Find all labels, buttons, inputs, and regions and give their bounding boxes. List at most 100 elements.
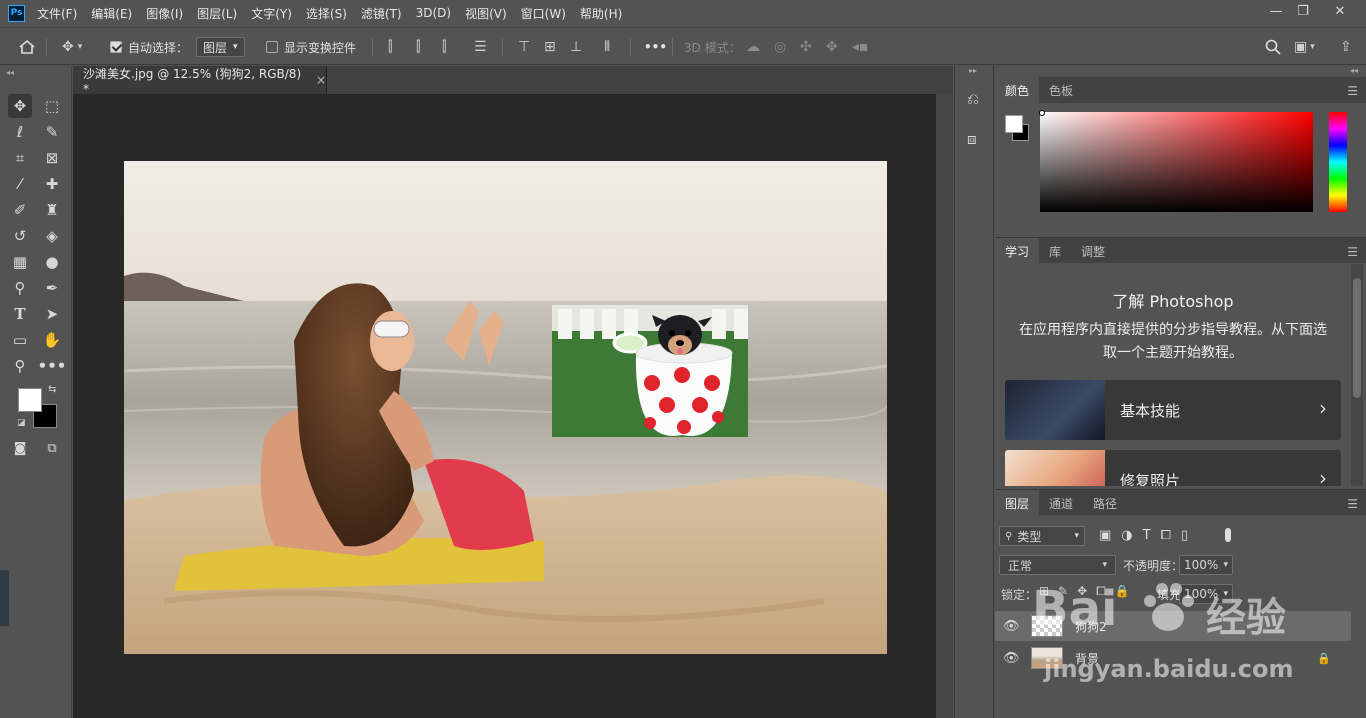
menu-edit[interactable]: 编辑(E) [91,5,132,22]
zoom-tool-icon[interactable]: ⚲ [8,354,32,378]
scroll-thumb[interactable] [1353,278,1361,398]
restore-button[interactable]: ❐ [1288,0,1318,22]
3d-roll-icon[interactable]: ◎ [774,28,786,66]
default-colors-icon[interactable]: ◪ [17,418,26,428]
lasso-tool-icon[interactable]: ℓ [8,120,32,144]
distribute-vertical-icon[interactable]: ⦀ [604,28,610,66]
menu-image[interactable]: 图像(I) [146,5,183,22]
tab-swatches[interactable]: 色板 [1039,77,1083,103]
blur-tool-icon[interactable]: ● [40,250,64,274]
3d-pan-icon[interactable]: ✣ [800,28,812,66]
tab-paths[interactable]: 路径 [1083,490,1127,516]
opacity-field[interactable]: 100% ▾ [1179,555,1233,575]
menu-file[interactable]: 文件(F) [37,5,77,22]
learn-scrollbar[interactable] [1351,264,1363,486]
align-left-icon[interactable]: ⫿ [388,28,392,66]
filter-toggle-icon[interactable] [1225,528,1231,542]
foreground-color-swatch[interactable] [18,388,42,412]
fg-color-chip[interactable] [1005,115,1023,133]
share-icon[interactable]: ⇪ [1340,28,1352,66]
show-transform-checkbox[interactable]: 显示变换控件 [266,28,356,66]
move-tool-preset-icon[interactable]: ✥ ▾ [62,28,82,66]
color-picker-cursor[interactable] [1039,110,1045,116]
layer-row-background[interactable]: 👁 背景 🔒 [995,643,1351,673]
menu-window[interactable]: 窗口(W) [521,5,566,22]
layer-filter-icons[interactable]: ▣◑T⧠▯ [1099,528,1198,543]
auto-select-dropdown[interactable]: 图层 ▾ [196,28,245,66]
layer-row-dog[interactable]: 👁 狗狗2 [995,611,1351,641]
properties-icon[interactable]: ⧈ [967,130,977,148]
3d-slide-icon[interactable]: ✥ [826,28,838,66]
panel-menu-icon[interactable]: ☰ [1347,245,1358,259]
swap-colors-icon[interactable]: ⇆ [48,384,56,395]
path-select-tool-icon[interactable]: ➤ [40,302,64,326]
menu-3d[interactable]: 3D(D) [416,6,451,20]
distribute-horizontal-icon[interactable]: ☰ [474,28,487,66]
gradient-tool-icon[interactable]: ▦ [8,250,32,274]
align-top-icon[interactable]: ⊤ [518,28,530,66]
panel-menu-icon[interactable]: ☰ [1347,497,1358,511]
menu-view[interactable]: 视图(V) [465,5,507,22]
clone-stamp-tool-icon[interactable]: ♜ [40,198,64,222]
vertical-scrollbar[interactable] [936,94,953,718]
learn-card-basic-skills[interactable]: 基本技能 › [1005,380,1341,440]
align-middle-icon[interactable]: ⊞ [544,28,556,66]
eyedropper-tool-icon[interactable]: ⁄ [8,172,32,196]
workspace-icon[interactable]: ▣ ▾ [1294,28,1315,66]
3d-scale-icon[interactable]: ◂▪ [852,28,869,66]
minimize-button[interactable]: — [1261,0,1291,22]
canvas[interactable] [124,161,887,654]
expand-icon[interactable]: ▸▸ [969,66,977,75]
blend-mode-dropdown[interactable]: 正常 ▾ [999,555,1116,575]
eye-icon[interactable]: 👁 [1003,651,1023,666]
hand-tool-icon[interactable]: ✋ [40,328,64,352]
fill-field[interactable]: 100% ▾ [1179,584,1233,604]
3d-orbit-icon[interactable]: ☁ [746,28,760,66]
align-center-icon[interactable]: ⫿ [416,28,420,66]
collapse-panels-icon[interactable]: ◂◂ [1350,66,1358,75]
tab-channels[interactable]: 通道 [1039,490,1083,516]
screen-mode-icon[interactable]: ⧉ [40,436,64,460]
auto-select-checkbox[interactable]: 自动选择： [110,28,188,66]
close-tab-icon[interactable]: × [316,73,326,87]
align-right-icon[interactable]: ⫿ [442,28,446,66]
dog-layer-image[interactable] [552,305,748,437]
more-options-button[interactable]: ••• [644,28,667,66]
document-tab[interactable]: 沙滩美女.jpg @ 12.5% (狗狗2, RGB/8) * × [73,66,327,96]
tab-learn[interactable]: 学习 [995,238,1040,264]
eye-icon[interactable]: 👁 [1003,619,1023,634]
history-brush-tool-icon[interactable]: ↺ [8,224,32,248]
lock-icons[interactable]: ⊞✎✥⧠🔒 [1039,584,1139,599]
crop-tool-icon[interactable]: ⌗ [8,146,32,170]
quick-select-tool-icon[interactable]: ✎ [40,120,64,144]
menu-filter[interactable]: 滤镜(T) [361,5,402,22]
more-tools-icon[interactable]: ••• [38,354,67,378]
history-icon[interactable]: ⎌ [967,90,979,108]
frame-tool-icon[interactable]: ⊠ [40,146,64,170]
hue-slider[interactable] [1329,112,1347,212]
pen-tool-icon[interactable]: ✒ [40,276,64,300]
layer-filter-dropdown[interactable]: ⚲ 类型 ▾ [999,526,1085,546]
collapse-icon[interactable]: ◂◂ [6,68,14,77]
align-bottom-icon[interactable]: ⊥ [570,28,582,66]
menu-help[interactable]: 帮助(H) [580,5,622,22]
color-field[interactable] [1040,112,1313,212]
rectangle-tool-icon[interactable]: ▭ [8,328,32,352]
close-window-button[interactable]: ✕ [1325,0,1355,22]
search-icon[interactable] [1265,28,1281,66]
home-icon[interactable] [18,28,36,66]
tab-libraries[interactable]: 库 [1039,238,1071,264]
eraser-tool-icon[interactable]: ◈ [40,224,64,248]
quick-mask-icon[interactable]: ◙ [8,436,32,460]
brush-tool-icon[interactable]: ✐ [8,198,32,222]
dodge-tool-icon[interactable]: ⚲ [8,276,32,300]
healing-brush-tool-icon[interactable]: ✚ [40,172,64,196]
panel-menu-icon[interactable]: ☰ [1347,84,1358,98]
tab-color[interactable]: 颜色 [995,77,1040,103]
move-tool-icon[interactable]: ✥ [8,94,32,118]
tab-layers[interactable]: 图层 [995,490,1040,516]
menu-select[interactable]: 选择(S) [306,5,347,22]
menu-layer[interactable]: 图层(L) [197,5,237,22]
learn-card-fix-photo[interactable]: 修复照片 › [1005,450,1341,486]
menu-type[interactable]: 文字(Y) [251,5,292,22]
